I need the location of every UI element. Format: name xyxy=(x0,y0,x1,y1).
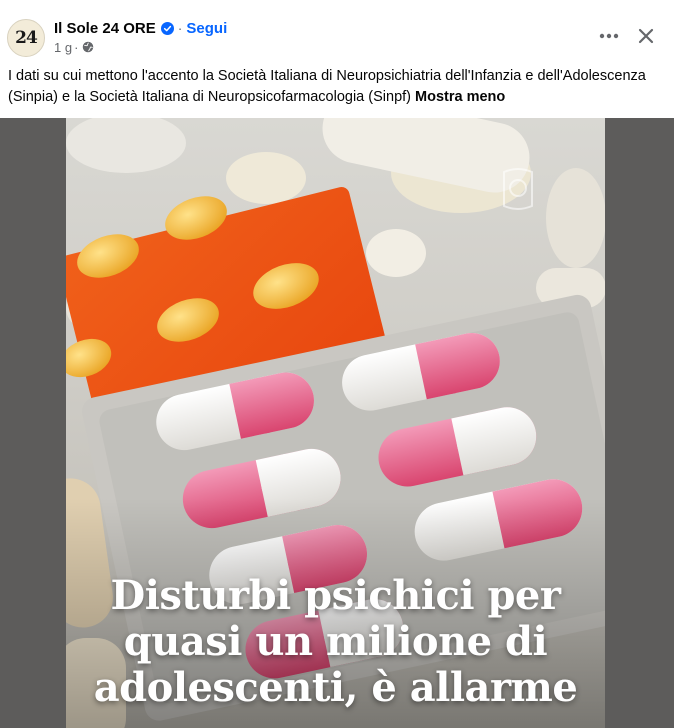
headline-line-3: adolescenti, è allarme xyxy=(93,664,578,711)
close-icon xyxy=(638,28,654,44)
more-options-button[interactable] xyxy=(592,22,626,50)
post-header: 24 Il Sole 24 ORE · Segui 1 g · I dati s… xyxy=(0,0,674,118)
caption-text: I dati su cui mettono l'accento la Socie… xyxy=(8,68,646,105)
see-less-link[interactable]: Mostra meno xyxy=(415,89,505,105)
close-button[interactable] xyxy=(630,20,662,52)
page-avatar[interactable]: 24 xyxy=(7,19,45,57)
post-media: Disturbi psichici per quasi un milione d… xyxy=(0,118,674,728)
watermark-logo xyxy=(503,168,533,210)
follow-button[interactable]: Segui xyxy=(186,20,227,37)
globe-icon xyxy=(83,41,94,53)
meta-separator: · xyxy=(74,39,79,55)
image-headline: Disturbi psichici per quasi un milione d… xyxy=(66,573,605,711)
headline-line-2: quasi un milione di xyxy=(123,618,548,665)
page-name[interactable]: Il Sole 24 ORE xyxy=(54,20,156,37)
post-photo[interactable]: Disturbi psichici per quasi un milione d… xyxy=(66,118,605,728)
separator-dot: · xyxy=(177,20,183,36)
page-name-row: Il Sole 24 ORE · Segui xyxy=(54,19,227,37)
headline-line-1: Disturbi psichici per xyxy=(110,572,561,619)
more-options-icon xyxy=(599,33,619,39)
post-time[interactable]: 1 g xyxy=(54,40,72,55)
post-caption: I dati su cui mettono l'accento la Socie… xyxy=(8,66,658,108)
verified-badge-icon xyxy=(160,21,174,35)
post-meta: 1 g · xyxy=(54,39,94,55)
